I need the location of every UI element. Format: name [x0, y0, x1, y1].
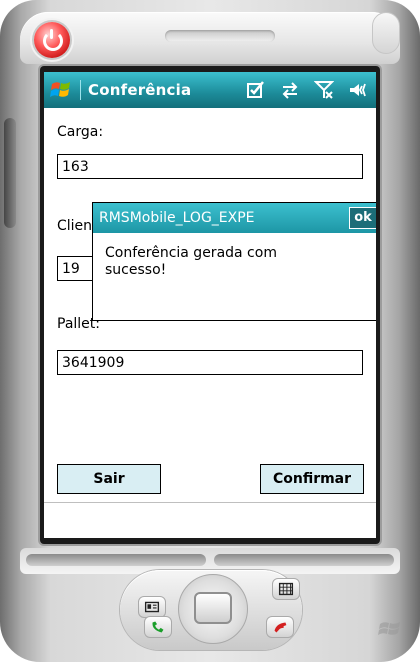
sync-arrows-icon[interactable] — [280, 80, 300, 100]
speaker-icon[interactable] — [348, 80, 368, 100]
calendar-grid-icon — [278, 582, 294, 596]
checkbox-icon[interactable] — [246, 80, 266, 100]
sair-button[interactable]: Sair — [57, 464, 161, 494]
end-call-key[interactable] — [266, 616, 294, 638]
window-title: Conferência — [88, 81, 192, 99]
signal-off-icon[interactable] — [314, 80, 334, 100]
dialog-ok-button[interactable]: ok — [349, 207, 376, 229]
message-dialog: RMSMobile_LOG_EXPE ok Conferência gerada… — [92, 202, 376, 321]
dpad-center-button[interactable] — [194, 592, 232, 624]
phone-red-icon — [274, 622, 287, 633]
carga-label: Carga: — [57, 124, 104, 140]
power-button[interactable] — [34, 22, 70, 58]
pallet-input[interactable]: 3641909 — [57, 350, 363, 375]
side-slider — [4, 118, 16, 228]
windows-logo-icon — [378, 622, 400, 635]
contact-card-icon — [144, 601, 160, 613]
confirmar-button[interactable]: Confirmar — [260, 464, 364, 494]
dialog-message-line-1: Conferência gerada com — [105, 245, 277, 261]
dialog-title: RMSMobile_LOG_EXPE — [93, 203, 376, 233]
dialog-message-line-2: sucesso! — [105, 262, 167, 278]
stylus-slot — [372, 12, 400, 54]
right-soft-key[interactable] — [214, 554, 394, 566]
calendar-key[interactable] — [272, 578, 300, 600]
call-key[interactable] — [144, 616, 172, 638]
status-icons — [246, 79, 368, 101]
phone-green-icon — [152, 621, 164, 633]
dialog-message: Conferência gerada com sucesso! — [105, 245, 355, 279]
screen: Conferência Carga: 163 Cliente: 19 Palle… — [44, 72, 376, 538]
speaker-grille — [165, 30, 275, 42]
device-shell: Conferência Carga: 163 Cliente: 19 Palle… — [0, 0, 420, 662]
contacts-key[interactable] — [138, 596, 166, 618]
carga-input[interactable]: 163 — [57, 154, 363, 179]
windows-start-icon[interactable] — [50, 79, 72, 101]
left-soft-key[interactable] — [26, 554, 206, 566]
title-separator — [80, 80, 81, 100]
menu-bar — [44, 502, 376, 538]
title-bar: Conferência — [44, 72, 376, 108]
